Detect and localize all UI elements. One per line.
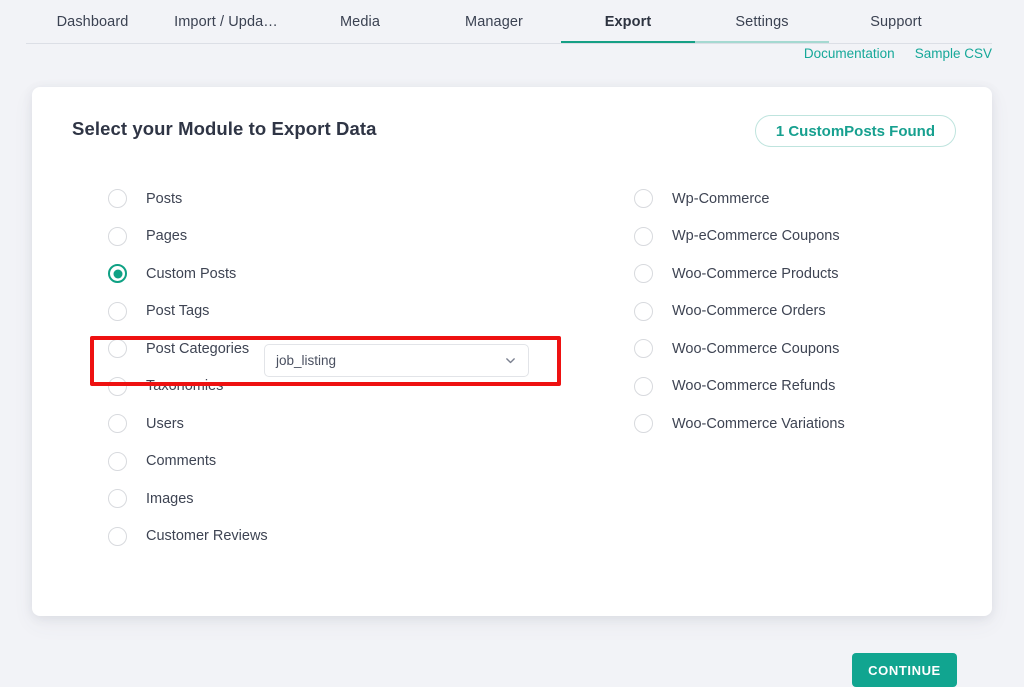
radio-row-woo-commerce-coupons[interactable]: Woo-Commerce Coupons [602, 330, 952, 368]
radio-label-images: Images [146, 491, 194, 507]
radio-customer-reviews[interactable] [108, 527, 127, 546]
radio-label-woo-commerce-coupons: Woo-Commerce Coupons [672, 341, 839, 357]
radio-row-woo-commerce-orders[interactable]: Woo-Commerce Orders [602, 293, 952, 331]
radio-row-wp-commerce[interactable]: Wp-Commerce [602, 180, 952, 218]
radio-row-posts[interactable]: Posts [76, 180, 546, 218]
radio-images[interactable] [108, 489, 127, 508]
radio-row-comments[interactable]: Comments [76, 443, 546, 481]
radio-label-post-categories: Post Categories [146, 341, 249, 357]
chevron-down-icon [504, 354, 517, 367]
radio-label-woo-commerce-variations: Woo-Commerce Variations [672, 416, 845, 432]
radio-label-taxonomies: Taxonomies [146, 378, 223, 394]
custom-post-type-select[interactable]: job_listing [264, 344, 529, 377]
radio-label-posts: Posts [146, 191, 182, 207]
radio-wp-commerce[interactable] [634, 189, 653, 208]
radio-row-post-tags[interactable]: Post Tags [76, 293, 546, 331]
radio-woo-commerce-variations[interactable] [634, 414, 653, 433]
radio-woo-commerce-refunds[interactable] [634, 377, 653, 396]
sample-csv-link[interactable]: Sample CSV [915, 46, 992, 61]
tab-dashboard-label: Dashboard [57, 14, 129, 30]
radio-woo-commerce-products[interactable] [634, 264, 653, 283]
radio-posts[interactable] [108, 189, 127, 208]
tab-support-label: Support [870, 14, 922, 30]
radio-label-pages: Pages [146, 228, 187, 244]
radio-row-customer-reviews[interactable]: Customer Reviews [76, 518, 546, 556]
custom-posts-found-badge: 1 CustomPosts Found [755, 115, 956, 147]
tab-media-label: Media [340, 14, 380, 30]
documentation-link[interactable]: Documentation [804, 46, 895, 61]
continue-button[interactable]: CONTINUE [852, 653, 957, 687]
radio-label-wp-commerce: Wp-Commerce [672, 191, 769, 207]
tab-dashboard[interactable]: Dashboard [26, 0, 159, 44]
tab-bar-divider [26, 43, 992, 44]
export-module-card: Select your Module to Export Data 1 Cust… [32, 87, 992, 616]
radio-label-users: Users [146, 416, 184, 432]
tab-support[interactable]: Support [829, 0, 963, 44]
tab-settings[interactable]: Settings [695, 0, 829, 44]
radio-label-wp-ecommerce-coupons: Wp-eCommerce Coupons [672, 228, 840, 244]
tab-import-update-label: Import / Upda… [174, 14, 278, 30]
radio-users[interactable] [108, 414, 127, 433]
radio-custom-posts[interactable] [108, 264, 127, 283]
radio-row-woo-commerce-refunds[interactable]: Woo-Commerce Refunds [602, 368, 952, 406]
radio-row-wp-ecommerce-coupons[interactable]: Wp-eCommerce Coupons [602, 218, 952, 256]
custom-post-type-select-value: job_listing [276, 353, 504, 368]
radio-post-tags[interactable] [108, 302, 127, 321]
module-options-right-column: Wp-Commerce Wp-eCommerce Coupons Woo-Com… [602, 180, 952, 443]
radio-label-custom-posts: Custom Posts [146, 266, 236, 282]
tab-settings-label: Settings [735, 14, 788, 30]
tab-import-update[interactable]: Import / Upda… [159, 0, 293, 44]
tab-manager-label: Manager [465, 14, 523, 30]
radio-comments[interactable] [108, 452, 127, 471]
radio-row-users[interactable]: Users [76, 405, 546, 443]
radio-label-comments: Comments [146, 453, 216, 469]
radio-row-woo-commerce-variations[interactable]: Woo-Commerce Variations [602, 405, 952, 443]
radio-wp-ecommerce-coupons[interactable] [634, 227, 653, 246]
radio-label-woo-commerce-orders: Woo-Commerce Orders [672, 303, 826, 319]
tab-export-label: Export [605, 14, 652, 30]
radio-label-woo-commerce-refunds: Woo-Commerce Refunds [672, 378, 835, 394]
radio-row-custom-posts[interactable]: Custom Posts [76, 255, 546, 293]
main-tab-bar: Dashboard Import / Upda… Media Manager E… [0, 0, 1024, 44]
radio-post-categories[interactable] [108, 339, 127, 358]
radio-woo-commerce-orders[interactable] [634, 302, 653, 321]
radio-woo-commerce-coupons[interactable] [634, 339, 653, 358]
radio-label-woo-commerce-products: Woo-Commerce Products [672, 266, 839, 282]
header-links: Documentation Sample CSV [804, 46, 992, 61]
radio-row-pages[interactable]: Pages [76, 218, 546, 256]
tab-export[interactable]: Export [561, 0, 695, 44]
radio-label-post-tags: Post Tags [146, 303, 209, 319]
radio-pages[interactable] [108, 227, 127, 246]
radio-label-customer-reviews: Customer Reviews [146, 528, 268, 544]
tab-media[interactable]: Media [293, 0, 427, 44]
tab-manager[interactable]: Manager [427, 0, 561, 44]
radio-taxonomies[interactable] [108, 377, 127, 396]
radio-row-woo-commerce-products[interactable]: Woo-Commerce Products [602, 255, 952, 293]
page-title: Select your Module to Export Data [72, 118, 377, 140]
radio-row-images[interactable]: Images [76, 480, 546, 518]
